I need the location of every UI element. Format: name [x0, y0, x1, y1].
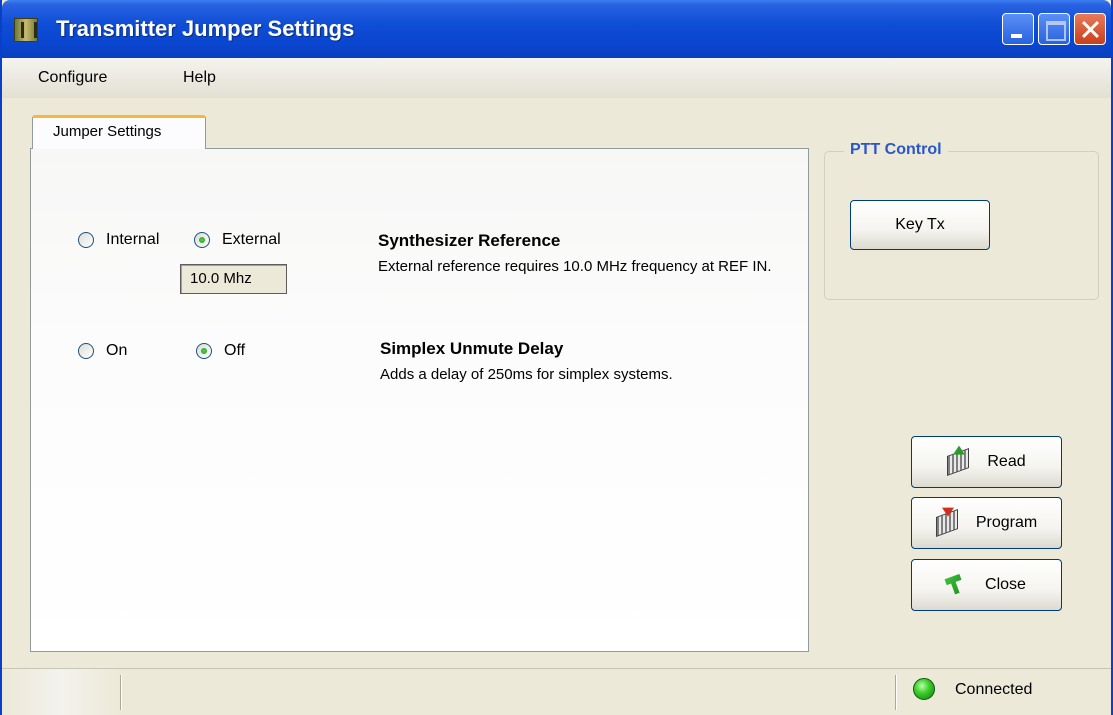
exit-arrow-icon	[944, 574, 965, 596]
read-button[interactable]: Read	[911, 436, 1062, 488]
radio-external-label: External	[222, 231, 281, 248]
read-label: Read	[987, 453, 1026, 470]
maximize-button[interactable]	[1038, 13, 1070, 45]
radio-internal-label: Internal	[106, 231, 160, 248]
read-chip-icon	[947, 447, 970, 477]
radio-internal-indicator[interactable]	[78, 232, 94, 248]
frequency-field: 10.0 Mhz	[180, 264, 287, 294]
status-bar-divider	[895, 675, 897, 710]
close-window-button[interactable]	[1074, 13, 1106, 45]
title-bar[interactable]: Transmitter Jumper Settings	[2, 0, 1111, 58]
close-button[interactable]: Close	[911, 559, 1062, 611]
status-bar	[2, 668, 1111, 715]
radio-off-indicator[interactable]	[196, 343, 212, 359]
radio-off-label: Off	[224, 342, 246, 359]
status-bar-divider	[120, 675, 122, 710]
radio-external[interactable]: External	[194, 231, 281, 249]
radio-internal[interactable]: Internal	[78, 231, 159, 249]
close-label: Close	[985, 576, 1026, 593]
program-label: Program	[975, 514, 1038, 531]
synthesizer-reference-description: External reference requires 10.0 MHz fre…	[378, 258, 772, 275]
simplex-unmute-delay-title: Simplex Unmute Delay	[380, 339, 564, 358]
radio-external-indicator[interactable]	[194, 232, 210, 248]
key-tx-label: Key Tx	[895, 216, 945, 233]
synthesizer-reference-title: Synthesizer Reference	[378, 231, 561, 250]
menu-bar: Configure Help	[2, 58, 1111, 98]
jumper-settings-panel	[30, 148, 809, 652]
menu-configure[interactable]: Configure	[38, 69, 107, 87]
tab-jumper-settings[interactable]: Jumper Settings	[32, 115, 206, 149]
radio-on-label: On	[106, 342, 128, 359]
minimize-button[interactable]	[1002, 13, 1034, 45]
simplex-unmute-delay-description: Adds a delay of 250ms for simplex system…	[380, 366, 673, 383]
radio-off[interactable]: Off	[196, 342, 245, 360]
app-window: Transmitter Jumper Settings Configure He…	[0, 0, 1113, 715]
radio-on-indicator[interactable]	[78, 343, 94, 359]
radio-on[interactable]: On	[78, 342, 127, 360]
window-title: Transmitter Jumper Settings	[56, 16, 355, 41]
key-tx-button[interactable]: Key Tx	[850, 200, 990, 250]
tab-label: Jumper Settings	[53, 123, 162, 140]
connection-led-icon	[913, 678, 935, 700]
program-button[interactable]: Program	[911, 497, 1062, 549]
ptt-control-title: PTT Control	[844, 141, 948, 159]
menu-help[interactable]: Help	[183, 69, 216, 87]
app-icon	[14, 18, 38, 42]
connection-status: Connected	[955, 681, 1033, 698]
status-bar-left-cell	[2, 669, 120, 715]
program-chip-icon	[935, 508, 958, 538]
